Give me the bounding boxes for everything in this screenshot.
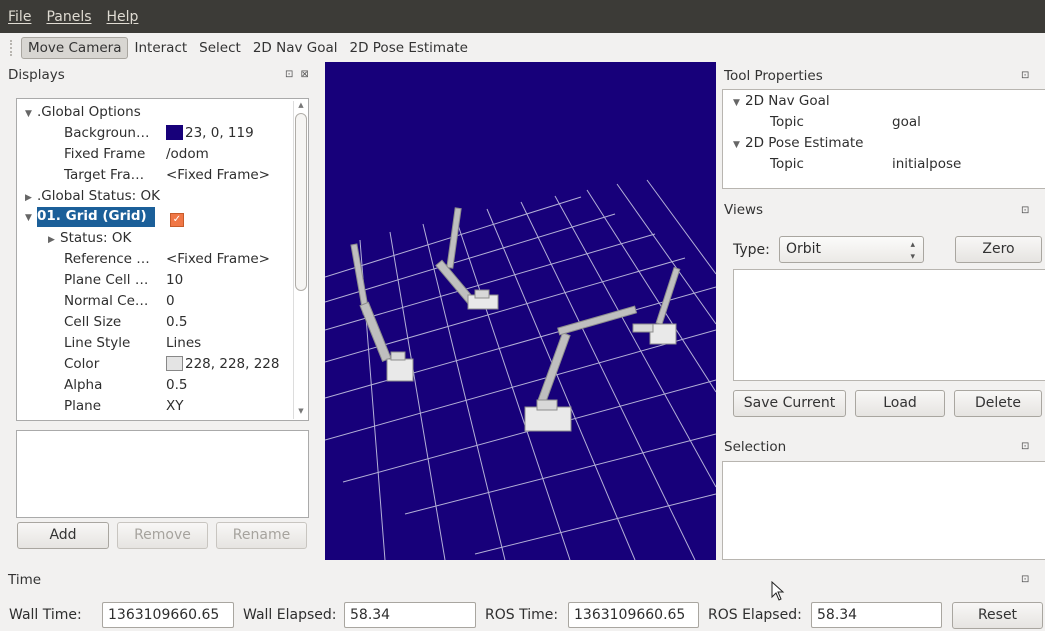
nav-goal-topic-label: Topic <box>770 114 804 130</box>
prop-color-label: Color <box>64 356 100 372</box>
pose-topic-value[interactable]: initialpose <box>892 154 961 175</box>
tool-move-camera[interactable]: Move Camera <box>21 36 129 59</box>
background-color-swatch <box>166 125 183 140</box>
wall-elapsed-field[interactable]: 58.34 <box>344 602 476 628</box>
expand-down-icon[interactable]: ▼ <box>733 135 745 156</box>
remove-display-button[interactable]: Remove <box>117 522 208 549</box>
tree-scrollbar[interactable]: ▲ ▼ <box>293 101 307 419</box>
prop-fixed-frame-label: Fixed Frame <box>64 146 146 162</box>
expand-right-icon[interactable]: ▶ <box>48 230 60 251</box>
prop-plane-value[interactable]: XY <box>166 396 184 417</box>
scroll-down-icon[interactable]: ▼ <box>295 407 307 417</box>
scroll-up-icon[interactable]: ▲ <box>295 101 307 111</box>
ros-elapsed-label: ROS Elapsed: <box>708 607 802 623</box>
mouse-pointer-icon <box>771 580 785 605</box>
prop-alpha-value[interactable]: 0.5 <box>166 375 187 396</box>
display-description-box <box>16 430 309 518</box>
wall-elapsed-label: Wall Elapsed: <box>243 607 337 623</box>
menu-panels[interactable]: Panels <box>46 9 91 25</box>
displays-dock-buttons[interactable]: ⊡ ⊠ <box>285 69 311 80</box>
checkmark-icon: ✓ <box>170 213 184 227</box>
ros-time-label: ROS Time: <box>485 607 559 623</box>
wall-time-field[interactable]: 1363109660.65 <box>102 602 234 628</box>
wall-time-label: Wall Time: <box>9 607 82 623</box>
selection-dock-icon[interactable]: ⊡ <box>1021 441 1031 452</box>
grid-and-robots-scene <box>325 179 716 560</box>
prop-line-style-label: Line Style <box>64 335 131 351</box>
scrollbar-thumb[interactable] <box>295 113 307 291</box>
tree-grid-status[interactable]: ▶ Status: OK <box>48 228 131 249</box>
displays-title: Displays <box>8 67 65 83</box>
prop-reference-label: Reference … <box>64 251 150 267</box>
reset-time-button[interactable]: Reset <box>952 602 1043 629</box>
prop-reference-value[interactable]: <Fixed Frame> <box>166 249 270 270</box>
tree-global-options[interactable]: ▼ .Global Options <box>25 102 141 123</box>
tool-properties-dock-icon[interactable]: ⊡ <box>1021 70 1031 81</box>
tool-prop-nav-goal[interactable]: ▼ 2D Nav Goal <box>733 91 830 112</box>
view-type-label: Type: <box>733 242 770 258</box>
view-type-select[interactable]: Orbit ▴ ▾ <box>779 236 924 263</box>
grid-color-swatch <box>166 356 183 371</box>
time-dock-icon[interactable]: ⊡ <box>1021 574 1031 585</box>
rename-display-button[interactable]: Rename <box>216 522 307 549</box>
prop-color-value[interactable]: 228, 228, 228 <box>166 354 279 375</box>
load-view-button[interactable]: Load <box>855 390 945 417</box>
prop-background-label: Backgroun… <box>64 125 150 141</box>
saved-views-list[interactable] <box>733 269 1045 381</box>
prop-plane-cell-value[interactable]: 10 <box>166 270 183 291</box>
prop-target-frame-value[interactable]: <Fixed Frame> <box>166 165 270 186</box>
views-title: Views <box>724 202 764 218</box>
expand-down-icon[interactable]: ▼ <box>733 93 745 114</box>
prop-normal-cell-value[interactable]: 0 <box>166 291 175 312</box>
save-current-view-button[interactable]: Save Current <box>733 390 846 417</box>
zero-view-button[interactable]: Zero <box>955 236 1042 263</box>
menu-bar: File Panels Help <box>0 0 1045 33</box>
ros-elapsed-field[interactable]: 58.34 <box>811 602 942 628</box>
tool-properties-title: Tool Properties <box>724 68 823 84</box>
prop-background-value[interactable]: 23, 0, 119 <box>166 123 254 144</box>
time-title: Time <box>8 572 42 588</box>
prop-plane-cell-label: Plane Cell … <box>64 272 149 288</box>
views-dock-icon[interactable]: ⊡ <box>1021 205 1031 216</box>
grid-enabled-checkbox[interactable]: ✓ <box>170 206 184 227</box>
delete-view-button[interactable]: Delete <box>954 390 1042 417</box>
prop-line-style-value[interactable]: Lines <box>166 333 201 354</box>
nav-goal-topic-value[interactable]: goal <box>892 112 921 133</box>
prop-plane-label: Plane <box>64 398 102 414</box>
prop-cell-size-label: Cell Size <box>64 314 122 330</box>
tree-grid-display[interactable]: ▼ 01. Grid (Grid) <box>25 206 147 227</box>
displays-tree[interactable]: ▼ .Global Options Backgroun… 23, 0, 119 F… <box>16 98 309 421</box>
menu-help[interactable]: Help <box>107 9 139 25</box>
prop-cell-size-value[interactable]: 0.5 <box>166 312 187 333</box>
menu-file[interactable]: File <box>8 9 31 25</box>
spinner-arrows-icon: ▴ ▾ <box>910 240 915 262</box>
tool-2d-pose-estimate[interactable]: 2D Pose Estimate <box>344 38 474 58</box>
tool-prop-pose-estimate[interactable]: ▼ 2D Pose Estimate <box>733 133 863 154</box>
tool-properties-tree[interactable]: ▼ 2D Nav Goal Topic goal ▼ 2D Pose Estimat… <box>722 89 1045 189</box>
tool-2d-nav-goal[interactable]: 2D Nav Goal <box>247 38 344 58</box>
add-display-button[interactable]: Add <box>17 522 109 549</box>
ros-time-field[interactable]: 1363109660.65 <box>568 602 699 628</box>
selection-title: Selection <box>724 439 787 455</box>
3d-render-viewport[interactable] <box>325 62 716 560</box>
tree-global-status[interactable]: ▶ .Global Status: OK <box>25 186 160 207</box>
tool-select[interactable]: Select <box>193 38 247 58</box>
prop-normal-cell-label: Normal Ce… <box>64 293 149 309</box>
tool-interact[interactable]: Interact <box>128 38 193 58</box>
prop-target-frame-label: Target Fra… <box>64 167 145 183</box>
toolbar-grip[interactable] <box>10 39 15 56</box>
expand-down-icon[interactable]: ▼ <box>25 104 37 125</box>
pose-topic-label: Topic <box>770 156 804 172</box>
prop-alpha-label: Alpha <box>64 377 103 393</box>
expand-down-icon[interactable]: ▼ <box>25 208 37 229</box>
selection-panel-box[interactable] <box>722 461 1045 560</box>
tool-toolbar: Move Camera Interact Select 2D Nav Goal … <box>0 35 1045 60</box>
prop-fixed-frame-value[interactable]: /odom <box>166 144 209 165</box>
